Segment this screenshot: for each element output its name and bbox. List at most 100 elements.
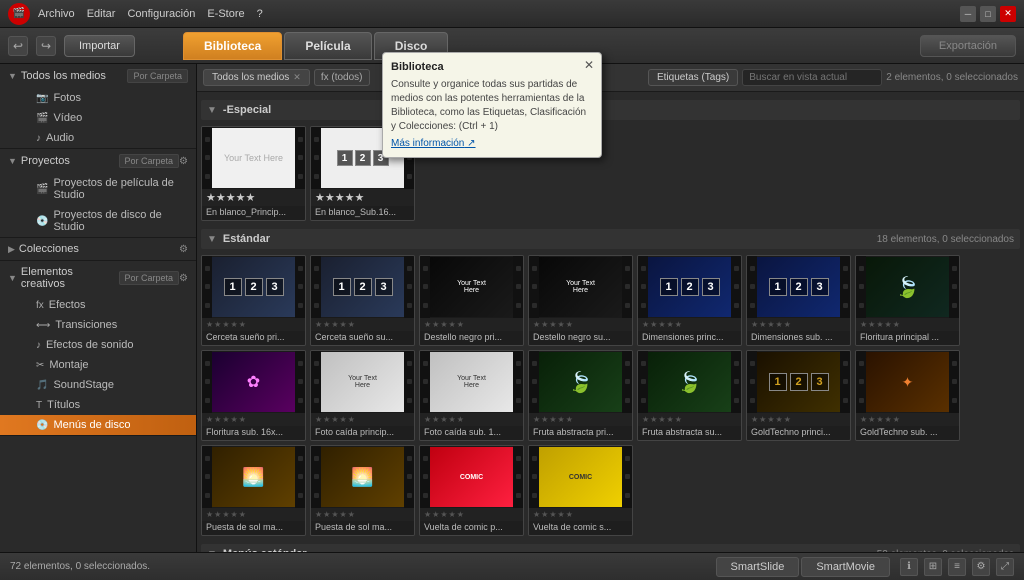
sidebar-item-fotos[interactable]: 📷 Fotos <box>0 88 196 108</box>
media-label: GoldTechno sub. ... <box>856 426 959 440</box>
media-item[interactable]: 🌅 ★★★★★ Puesta de sol ma... <box>201 445 306 536</box>
tooltip-link[interactable]: Más información ↗ <box>391 138 593 149</box>
fotos-label: Fotos <box>53 92 81 104</box>
media-item[interactable]: COMIC ★★★★★ Vuelta de comic p... <box>419 445 524 536</box>
search-input[interactable] <box>742 69 882 86</box>
gear-proyectos-icon[interactable]: ⚙ <box>179 156 188 167</box>
arrow-elementos: ▼ <box>8 273 17 283</box>
stars: ★★★★★ <box>311 508 414 521</box>
tab-biblioteca[interactable]: Biblioteca <box>183 32 282 60</box>
media-item[interactable]: 🍃 ★★★★★ Floritura principal ... <box>855 255 960 346</box>
sidebar-item-efectos[interactable]: fx Efectos <box>0 295 196 315</box>
tab-pelicula[interactable]: Película <box>284 32 371 60</box>
media-item[interactable]: 🌅 ★★★★★ Puesta de sol ma... <box>310 445 415 536</box>
menu-archivo[interactable]: Archivo <box>38 8 75 20</box>
sidebar-item-audio[interactable]: ♪ Audio <box>0 128 196 148</box>
efectos-sonido-label: Efectos de sonido <box>46 339 133 351</box>
stars: ★★★★★ <box>311 413 414 426</box>
disco-studio-label: Proyectos de disco de Studio <box>53 209 188 233</box>
media-item[interactable]: Your TextHere ★★★★★ Foto caída sub. 1... <box>419 350 524 441</box>
minimize-button[interactable]: ─ <box>960 6 976 22</box>
media-item[interactable]: ✿ ★★★★★ Floritura sub. 16x... <box>201 350 306 441</box>
fullscreen-icon[interactable]: ⤢ <box>996 558 1014 576</box>
close-button[interactable]: ✕ <box>1000 6 1016 22</box>
media-item[interactable]: 1 2 3 ★★★★★ Dimensiones princ... <box>637 255 742 346</box>
arrow-colecciones: ▶ <box>8 244 15 255</box>
sort-todos[interactable]: Por Carpeta <box>127 69 188 83</box>
media-item[interactable]: ✦ ★★★★★ GoldTechno sub. ... <box>855 350 960 441</box>
montaje-label: Montaje <box>49 359 88 371</box>
menu-editar[interactable]: Editar <box>87 8 116 20</box>
breadcrumb-tab[interactable]: Todos los medios ✕ <box>203 69 310 86</box>
sidebar-header-colecciones[interactable]: ▶ Colecciones ⚙ <box>0 238 196 260</box>
media-item[interactable]: COMIC ★★★★★ Vuelta de comic s... <box>528 445 633 536</box>
sidebar-item-soundstage[interactable]: 🎵 SoundStage <box>0 375 196 395</box>
soundstage-icon: 🎵 <box>36 380 48 391</box>
tooltip-body: Consulte y organice todas sus partidas d… <box>391 78 593 134</box>
media-item[interactable]: Your TextHere ★★★★★ Destello negro pri..… <box>419 255 524 346</box>
media-label: Vuelta de comic s... <box>529 521 632 535</box>
section-estandar-count: 18 elementos, 0 seleccionados <box>877 234 1014 245</box>
grid-view-icon[interactable]: ⊞ <box>924 558 942 576</box>
section-menus-header[interactable]: ▼ Menús estándar 52 elementos, 0 selecci… <box>201 544 1020 552</box>
transiciones-label: Transiciones <box>55 319 117 331</box>
media-item[interactable]: 1 2 3 ★★★★★ GoldTechno princi... <box>746 350 851 441</box>
stars: ★★★★★ <box>638 413 741 426</box>
media-label: Puesta de sol ma... <box>311 521 414 535</box>
redo-button[interactable]: ↪ <box>36 36 56 56</box>
undo-button[interactable]: ↩ <box>8 36 28 56</box>
stars: ★★★★★ <box>420 413 523 426</box>
sidebar-item-titulos[interactable]: T Títulos <box>0 395 196 415</box>
sidebar-item-pelicula-studio[interactable]: 🎬 Proyectos de película de Studio <box>0 173 196 205</box>
sidebar-section-todos: ▼ Todos los medios Por Carpeta 📷 Fotos 🎬… <box>0 64 196 149</box>
stars: ★★★★★ <box>529 318 632 331</box>
sort-elementos[interactable]: Por Carpeta <box>119 271 180 285</box>
export-button[interactable]: Exportación <box>920 35 1016 57</box>
media-item[interactable]: Your TextHere ★★★★★ Destello negro su... <box>528 255 633 346</box>
stars: ★★★★★ <box>202 413 305 426</box>
stars: ★★★★★ <box>529 508 632 521</box>
sidebar-section-elementos: ▼ Elementos creativos Por Carpeta ⚙ fx E… <box>0 261 196 436</box>
media-item[interactable]: 🍃 ★★★★★ Fruta abstracta su... <box>637 350 742 441</box>
tab-smartmovie[interactable]: SmartMovie <box>801 557 890 577</box>
list-view-icon[interactable]: ≡ <box>948 558 966 576</box>
info-icon[interactable]: ℹ <box>900 558 918 576</box>
tab-smartslide[interactable]: SmartSlide <box>716 557 800 577</box>
sidebar-item-transiciones[interactable]: ⟷ Transiciones <box>0 315 196 335</box>
media-item[interactable]: Your TextHere ★★★★★ Foto caída princip..… <box>310 350 415 441</box>
tooltip-close[interactable]: ✕ <box>584 58 594 72</box>
menu-help[interactable]: ? <box>257 8 263 20</box>
media-item[interactable]: 🍃 ★★★★★ Fruta abstracta pri... <box>528 350 633 441</box>
video-icon: 🎬 <box>36 113 48 124</box>
media-item[interactable]: Your Text Here ★★★★★ En blanco_Princip..… <box>201 126 306 221</box>
gear-elementos-icon[interactable]: ⚙ <box>179 273 188 284</box>
tags-button[interactable]: Etiquetas (Tags) <box>648 69 738 86</box>
import-button[interactable]: Importar <box>64 35 135 57</box>
media-item[interactable]: 1 2 3 ★★★★★ Dimensiones sub. ... <box>746 255 851 346</box>
sidebar-item-menus-disco[interactable]: 💿 Menús de disco <box>0 415 196 435</box>
content-area: Todos los medios ✕ fx (todos) Etiquetas … <box>197 64 1024 552</box>
media-label: Destello negro su... <box>529 331 632 345</box>
menu-configuracion[interactable]: Configuración <box>127 8 195 20</box>
sidebar-header-todos[interactable]: ▼ Todos los medios Por Carpeta <box>0 64 196 88</box>
sort-proyectos[interactable]: Por Carpeta <box>119 154 180 168</box>
sidebar-header-proyectos[interactable]: ▼ Proyectos Por Carpeta ⚙ <box>0 149 196 173</box>
filter-box[interactable]: fx (todos) <box>314 69 370 86</box>
media-item[interactable]: 1 2 3 ★★★★★ Cerceta sueño su... <box>310 255 415 346</box>
section-especial-header[interactable]: ▼ -Especial <box>201 100 1020 120</box>
sidebar-header-elementos[interactable]: ▼ Elementos creativos Por Carpeta ⚙ <box>0 261 196 295</box>
settings-icon[interactable]: ⚙ <box>972 558 990 576</box>
section-estandar-header[interactable]: ▼ Estándar 18 elementos, 0 seleccionados <box>201 229 1020 249</box>
menu-estore[interactable]: E-Store <box>207 8 244 20</box>
maximize-button[interactable]: □ <box>980 6 996 22</box>
sidebar-item-disco-studio[interactable]: 💿 Proyectos de disco de Studio <box>0 205 196 237</box>
window-controls: ─ □ ✕ <box>960 6 1016 22</box>
media-item[interactable]: 1 2 3 ★★★★★ Cerceta sueño pri... <box>201 255 306 346</box>
media-label: Dimensiones sub. ... <box>747 331 850 345</box>
breadcrumb-close[interactable]: ✕ <box>293 72 301 83</box>
sidebar-item-efectos-sonido[interactable]: ♪ Efectos de sonido <box>0 335 196 355</box>
gear-colecciones-icon[interactable]: ⚙ <box>179 244 188 255</box>
sidebar-item-montaje[interactable]: ✂ Montaje <box>0 355 196 375</box>
sidebar-item-video[interactable]: 🎬 Vídeo <box>0 108 196 128</box>
audio-icon: ♪ <box>36 133 41 144</box>
